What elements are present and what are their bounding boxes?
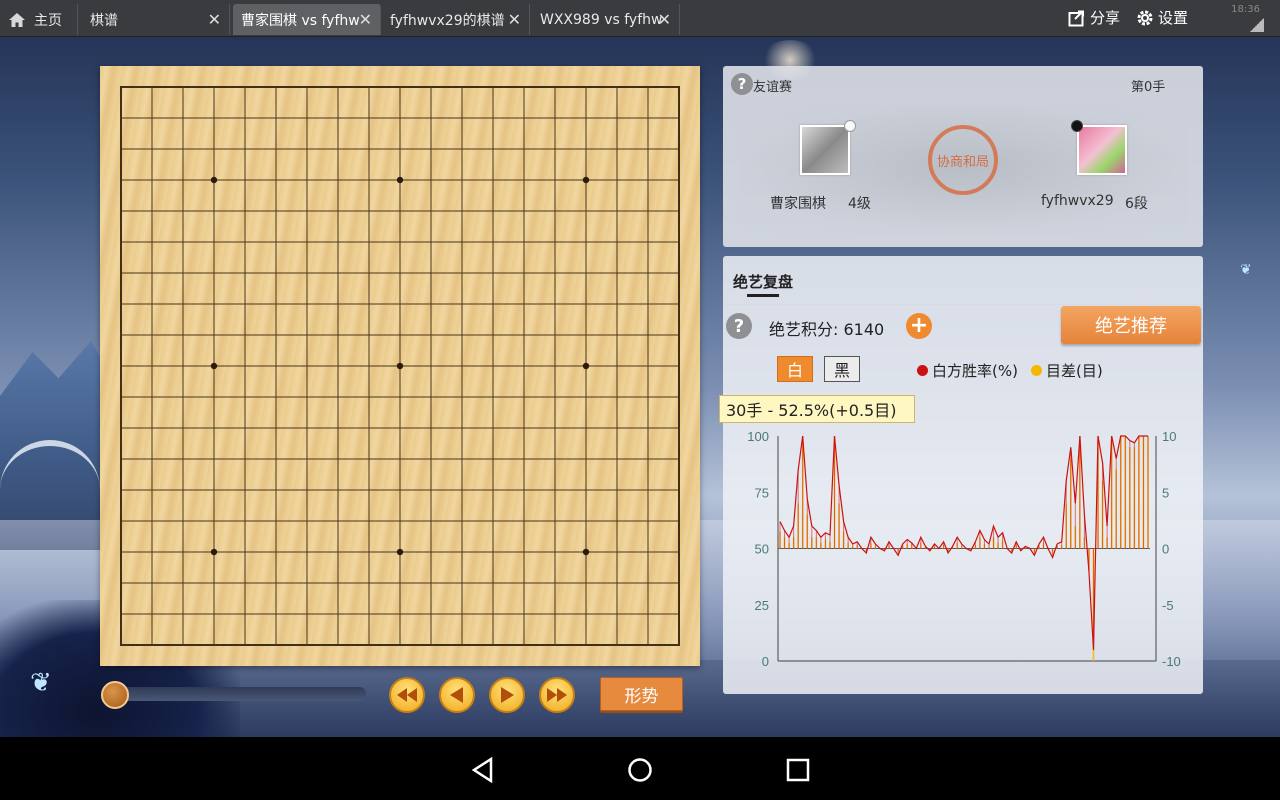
rewind-icon bbox=[397, 688, 417, 702]
analysis-title[interactable]: 绝艺复盘 bbox=[733, 271, 793, 292]
settings-label: 设置 bbox=[1158, 9, 1189, 27]
white-player-rank: 4级 bbox=[848, 196, 871, 212]
star-point bbox=[582, 548, 590, 556]
close-icon[interactable]: ✕ bbox=[208, 10, 221, 29]
home-icon bbox=[9, 12, 25, 27]
left-tick-label: 50 bbox=[755, 542, 769, 557]
butterfly-icon: ❦ bbox=[30, 668, 52, 698]
home-nav-icon[interactable] bbox=[627, 757, 653, 783]
white-stone-icon bbox=[844, 120, 856, 132]
star-point bbox=[582, 176, 590, 184]
move-slider-track[interactable] bbox=[110, 687, 366, 701]
legend-label: 目差(目) bbox=[1046, 362, 1103, 380]
result-seal: 协商和局 bbox=[928, 125, 998, 195]
right-tick-label: 5 bbox=[1162, 485, 1169, 500]
white-player-name: 曹家围棋 bbox=[770, 196, 826, 212]
last-move-button[interactable] bbox=[539, 677, 575, 713]
black-side-toggle[interactable]: 黑 bbox=[824, 356, 860, 382]
close-icon[interactable]: ✕ bbox=[508, 10, 521, 29]
first-move-button[interactable] bbox=[389, 677, 425, 713]
board-grid bbox=[120, 86, 680, 646]
tab-label: 曹家围棋 vs fyfhw bbox=[241, 12, 360, 29]
star-point bbox=[396, 548, 404, 556]
left-tick-label: 100 bbox=[747, 429, 769, 444]
right-tick-label: -5 bbox=[1162, 598, 1174, 613]
tab-player-records[interactable]: fyfhwvx29的棋谱 ✕ bbox=[382, 4, 530, 35]
star-point bbox=[210, 548, 218, 556]
legend-dot bbox=[917, 365, 928, 376]
white-side-toggle[interactable]: 白 bbox=[777, 356, 813, 382]
legend-dot bbox=[1031, 365, 1042, 376]
tab-current-game[interactable]: 曹家围棋 vs fyfhw ✕ bbox=[233, 4, 381, 35]
recents-icon[interactable] bbox=[786, 757, 810, 783]
tab-home[interactable]: 主页 bbox=[0, 4, 78, 35]
tab-game-records[interactable]: 棋谱 ✕ bbox=[82, 4, 230, 35]
star-point bbox=[396, 176, 404, 184]
add-score-button[interactable]: + bbox=[906, 313, 932, 339]
back-icon[interactable] bbox=[470, 757, 496, 783]
move-slider-handle[interactable] bbox=[101, 681, 129, 709]
black-player-rank: 6段 bbox=[1125, 196, 1148, 212]
ai-score: 绝艺积分: 6140 bbox=[769, 320, 885, 339]
star-point bbox=[582, 362, 590, 370]
butterfly-icon: ❦ bbox=[1240, 262, 1252, 278]
star-point bbox=[396, 362, 404, 370]
gear-icon bbox=[1137, 10, 1153, 25]
share-icon bbox=[1068, 10, 1084, 26]
ai-recommend-button[interactable]: 绝艺推荐 bbox=[1061, 306, 1201, 344]
signal-icon bbox=[1250, 18, 1264, 32]
next-move-button[interactable] bbox=[489, 677, 525, 713]
winrate-chart[interactable]: 10075502501050-5-10 bbox=[723, 416, 1203, 676]
tab-label: fyfhwvx29的棋谱 bbox=[390, 12, 505, 29]
settings-button[interactable]: 设置 bbox=[1136, 7, 1188, 28]
result-text: 协商和局 bbox=[936, 154, 989, 170]
system-nav-bar bbox=[0, 737, 1280, 800]
legend-diff: 目差(目) bbox=[1031, 360, 1103, 381]
left-tick-label: 75 bbox=[755, 485, 769, 500]
share-button[interactable]: 分享 bbox=[1068, 7, 1120, 28]
right-tick-label: 10 bbox=[1162, 429, 1176, 444]
position-evaluation-button[interactable]: 形势 bbox=[600, 677, 683, 711]
tab-other-game[interactable]: WXX989 vs fyfhw ✕ bbox=[532, 4, 680, 35]
star-point bbox=[210, 176, 218, 184]
black-player-name: fyfhwvx29 bbox=[1041, 193, 1114, 209]
move-number: 第0手 bbox=[1131, 80, 1166, 95]
play-back-icon bbox=[450, 687, 463, 703]
black-stone-icon bbox=[1071, 120, 1083, 132]
right-tick-label: 0 bbox=[1162, 542, 1169, 557]
fast-forward-icon bbox=[547, 688, 567, 702]
analysis-panel: 绝艺复盘 ? 绝艺积分: 6140 + 绝艺推荐 白 黑 白方胜率(%) 目差(… bbox=[723, 256, 1203, 694]
legend-label: 白方胜率(%) bbox=[932, 362, 1018, 380]
white-player-avatar[interactable] bbox=[800, 125, 850, 175]
game-info-panel: ? 友谊赛 第0手 曹家围棋 4级 协商和局 fyfhwvx29 6段 bbox=[723, 66, 1203, 247]
game-type-label: 友谊赛 bbox=[753, 80, 793, 95]
black-player-avatar[interactable] bbox=[1077, 125, 1127, 175]
tab-label: WXX989 vs fyfhw bbox=[540, 11, 663, 28]
tab-bar: 主页 棋谱 ✕ 曹家围棋 vs fyfhw ✕ fyfhwvx29的棋谱 ✕ W… bbox=[0, 0, 1280, 37]
close-icon[interactable]: ✕ bbox=[658, 10, 671, 29]
left-tick-label: 0 bbox=[762, 654, 769, 669]
title-underline bbox=[747, 294, 779, 297]
help-icon[interactable]: ? bbox=[731, 73, 753, 95]
divider bbox=[723, 304, 1203, 305]
previous-move-button[interactable] bbox=[439, 677, 475, 713]
tab-label: 主页 bbox=[34, 12, 62, 29]
help-icon[interactable]: ? bbox=[726, 313, 752, 339]
clock: 18:36 bbox=[1231, 4, 1260, 15]
right-tick-label: -10 bbox=[1162, 654, 1181, 669]
legend-winrate: 白方胜率(%) bbox=[917, 360, 1018, 381]
left-tick-label: 25 bbox=[755, 598, 769, 613]
play-icon bbox=[501, 687, 514, 703]
close-icon[interactable]: ✕ bbox=[359, 10, 372, 29]
star-point bbox=[210, 362, 218, 370]
share-label: 分享 bbox=[1090, 9, 1121, 27]
go-board[interactable] bbox=[100, 66, 700, 666]
chart-tooltip: 30手 - 52.5%(+0.5目) bbox=[719, 395, 915, 423]
tab-label: 棋谱 bbox=[90, 12, 118, 29]
